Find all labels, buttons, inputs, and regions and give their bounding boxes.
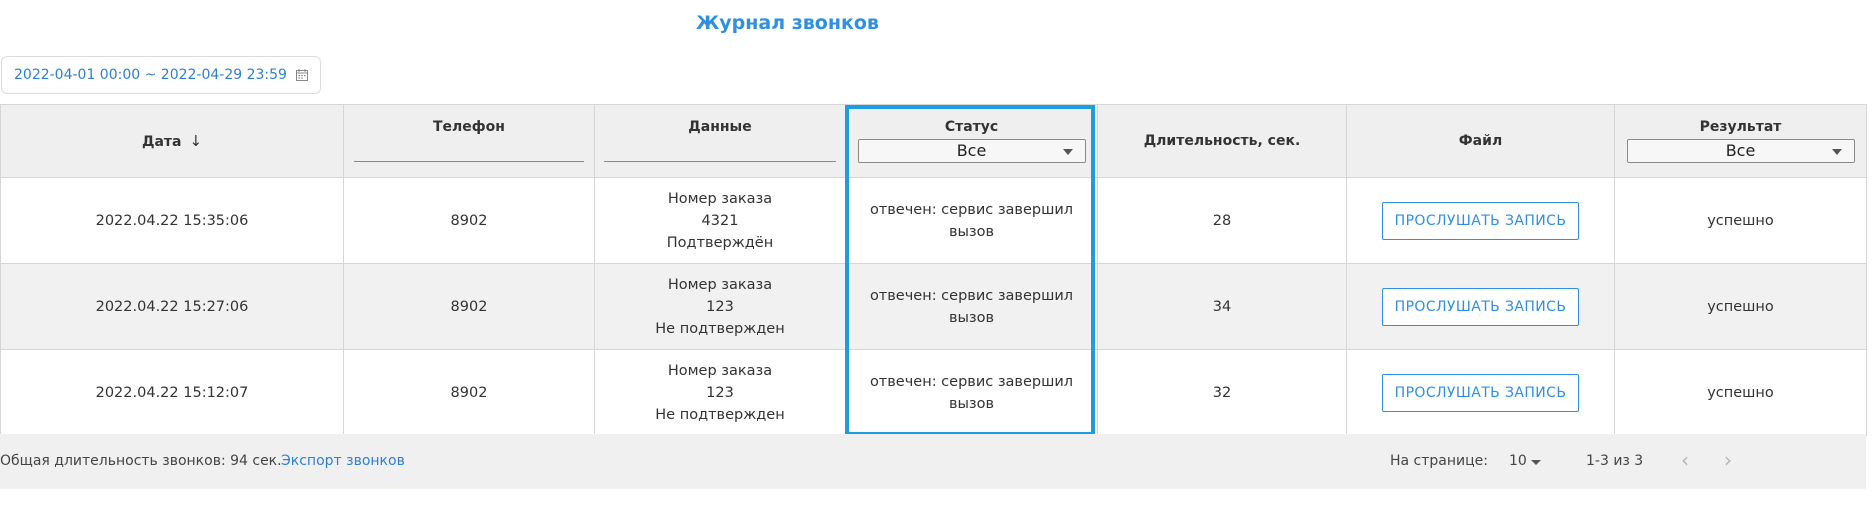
- result-filter-value: Все: [1725, 141, 1756, 160]
- cell-phone: 8902: [343, 177, 595, 264]
- column-header-phone-label: Телефон: [433, 119, 505, 135]
- page-title: Журнал звонков: [0, 12, 1873, 42]
- order-number: 123: [706, 384, 734, 401]
- chevron-left-icon[interactable]: ‹: [1681, 448, 1689, 472]
- play-recording-button[interactable]: ПРОСЛУШАТЬ ЗАПИСЬ: [1381, 287, 1580, 326]
- page-title-text: Журнал звонков: [696, 12, 879, 34]
- cell-duration: 34: [1097, 263, 1347, 350]
- order-state: Не подтвержден: [655, 320, 785, 337]
- status-filter-value: Все: [956, 141, 987, 160]
- column-header-file-label: Файл: [1458, 133, 1503, 149]
- status-line-2: вызов: [948, 309, 995, 326]
- cell-result: успешно: [1614, 263, 1867, 350]
- cell-date: 2022.04.22 15:12:07: [0, 349, 344, 436]
- cell-file: ПРОСЛУШАТЬ ЗАПИСЬ: [1346, 177, 1615, 264]
- arrow-down-icon[interactable]: ↓: [189, 132, 202, 150]
- order-label: Номер заказа: [667, 190, 773, 207]
- export-calls-link[interactable]: Экспорт звонков: [281, 453, 405, 469]
- table-row: 2022.04.22 15:27:06 8902 Номер заказа 12…: [0, 263, 1867, 350]
- order-number: 4321: [701, 212, 739, 229]
- column-header-result-label: Результат: [1699, 119, 1782, 135]
- column-header-status: Статус Все: [845, 104, 1098, 178]
- cell-phone: 8902: [343, 349, 595, 436]
- column-header-date[interactable]: Дата ↓: [0, 104, 344, 178]
- cell-date: 2022.04.22 15:27:06: [0, 263, 344, 350]
- date-range-picker[interactable]: 2022-04-01 00:00 ~ 2022-04-29 23:59: [1, 56, 321, 94]
- order-state: Не подтвержден: [655, 406, 785, 423]
- play-recording-button[interactable]: ПРОСЛУШАТЬ ЗАПИСЬ: [1381, 373, 1580, 412]
- cell-status: отвечен: сервис завершил вызов: [845, 263, 1098, 350]
- column-header-duration-label: Длительность, сек.: [1143, 133, 1301, 149]
- pagination-range: 1-3 из 3: [1586, 453, 1644, 469]
- order-label: Номер заказа: [667, 276, 773, 293]
- caret-down-icon: [1831, 149, 1842, 155]
- status-line-2: вызов: [948, 395, 995, 412]
- cell-file: ПРОСЛУШАТЬ ЗАПИСЬ: [1346, 263, 1615, 350]
- caret-down-icon[interactable]: [1531, 460, 1541, 465]
- column-header-status-label: Статус: [944, 119, 999, 135]
- cell-phone: 8902: [343, 263, 595, 350]
- cell-result: успешно: [1614, 349, 1867, 436]
- column-header-duration: Длительность, сек.: [1097, 104, 1347, 178]
- status-line-1: отвечен: сервис завершил: [869, 201, 1074, 218]
- column-header-data-label: Данные: [688, 119, 752, 135]
- cell-file: ПРОСЛУШАТЬ ЗАПИСЬ: [1346, 349, 1615, 436]
- total-duration: Общая длительность звонков: 94 сек.: [0, 453, 282, 469]
- order-number: 123: [706, 298, 734, 315]
- cell-status: отвечен: сервис завершил вызов: [845, 349, 1098, 436]
- table-header-row: Дата ↓ Телефон Данные Статус Все Длитель…: [0, 104, 1867, 178]
- cell-data: Номер заказа 123 Не подтвержден: [594, 349, 846, 436]
- column-header-date-label: Дата: [141, 134, 182, 150]
- cell-data: Номер заказа 4321 Подтверждён: [594, 177, 846, 264]
- per-page-select[interactable]: 10: [1509, 453, 1527, 469]
- column-header-data: Данные: [594, 104, 846, 178]
- cell-data: Номер заказа 123 Не подтвержден: [594, 263, 846, 350]
- calendar-icon[interactable]: [296, 69, 308, 81]
- date-range-value: 2022-04-01 00:00 ~ 2022-04-29 23:59: [14, 67, 287, 83]
- column-header-file: Файл: [1346, 104, 1615, 178]
- table-footer: Общая длительность звонков: 94 сек. Эксп…: [0, 434, 1866, 489]
- phone-filter-input[interactable]: [354, 161, 584, 162]
- data-filter-input[interactable]: [604, 161, 836, 162]
- status-line-1: отвечен: сервис завершил: [869, 373, 1074, 390]
- cell-result: успешно: [1614, 177, 1867, 264]
- cell-duration: 28: [1097, 177, 1347, 264]
- status-filter-select[interactable]: Все: [857, 139, 1086, 163]
- status-line-2: вызов: [948, 223, 995, 240]
- cell-status: отвечен: сервис завершил вызов: [845, 177, 1098, 264]
- chevron-right-icon[interactable]: ›: [1724, 448, 1732, 472]
- column-header-phone: Телефон: [343, 104, 595, 178]
- caret-down-icon: [1062, 149, 1073, 155]
- order-label: Номер заказа: [667, 362, 773, 379]
- table-row: 2022.04.22 15:35:06 8902 Номер заказа 43…: [0, 177, 1867, 264]
- table-row: 2022.04.22 15:12:07 8902 Номер заказа 12…: [0, 349, 1867, 436]
- cell-date: 2022.04.22 15:35:06: [0, 177, 344, 264]
- status-line-1: отвечен: сервис завершил: [869, 287, 1074, 304]
- per-page-label: На странице:: [1390, 453, 1488, 469]
- cell-duration: 32: [1097, 349, 1347, 436]
- play-recording-button[interactable]: ПРОСЛУШАТЬ ЗАПИСЬ: [1381, 201, 1580, 240]
- calls-table: Дата ↓ Телефон Данные Статус Все Длитель…: [0, 104, 1867, 436]
- order-state: Подтверждён: [666, 234, 774, 251]
- column-header-result: Результат Все: [1614, 104, 1867, 178]
- result-filter-select[interactable]: Все: [1626, 139, 1855, 163]
